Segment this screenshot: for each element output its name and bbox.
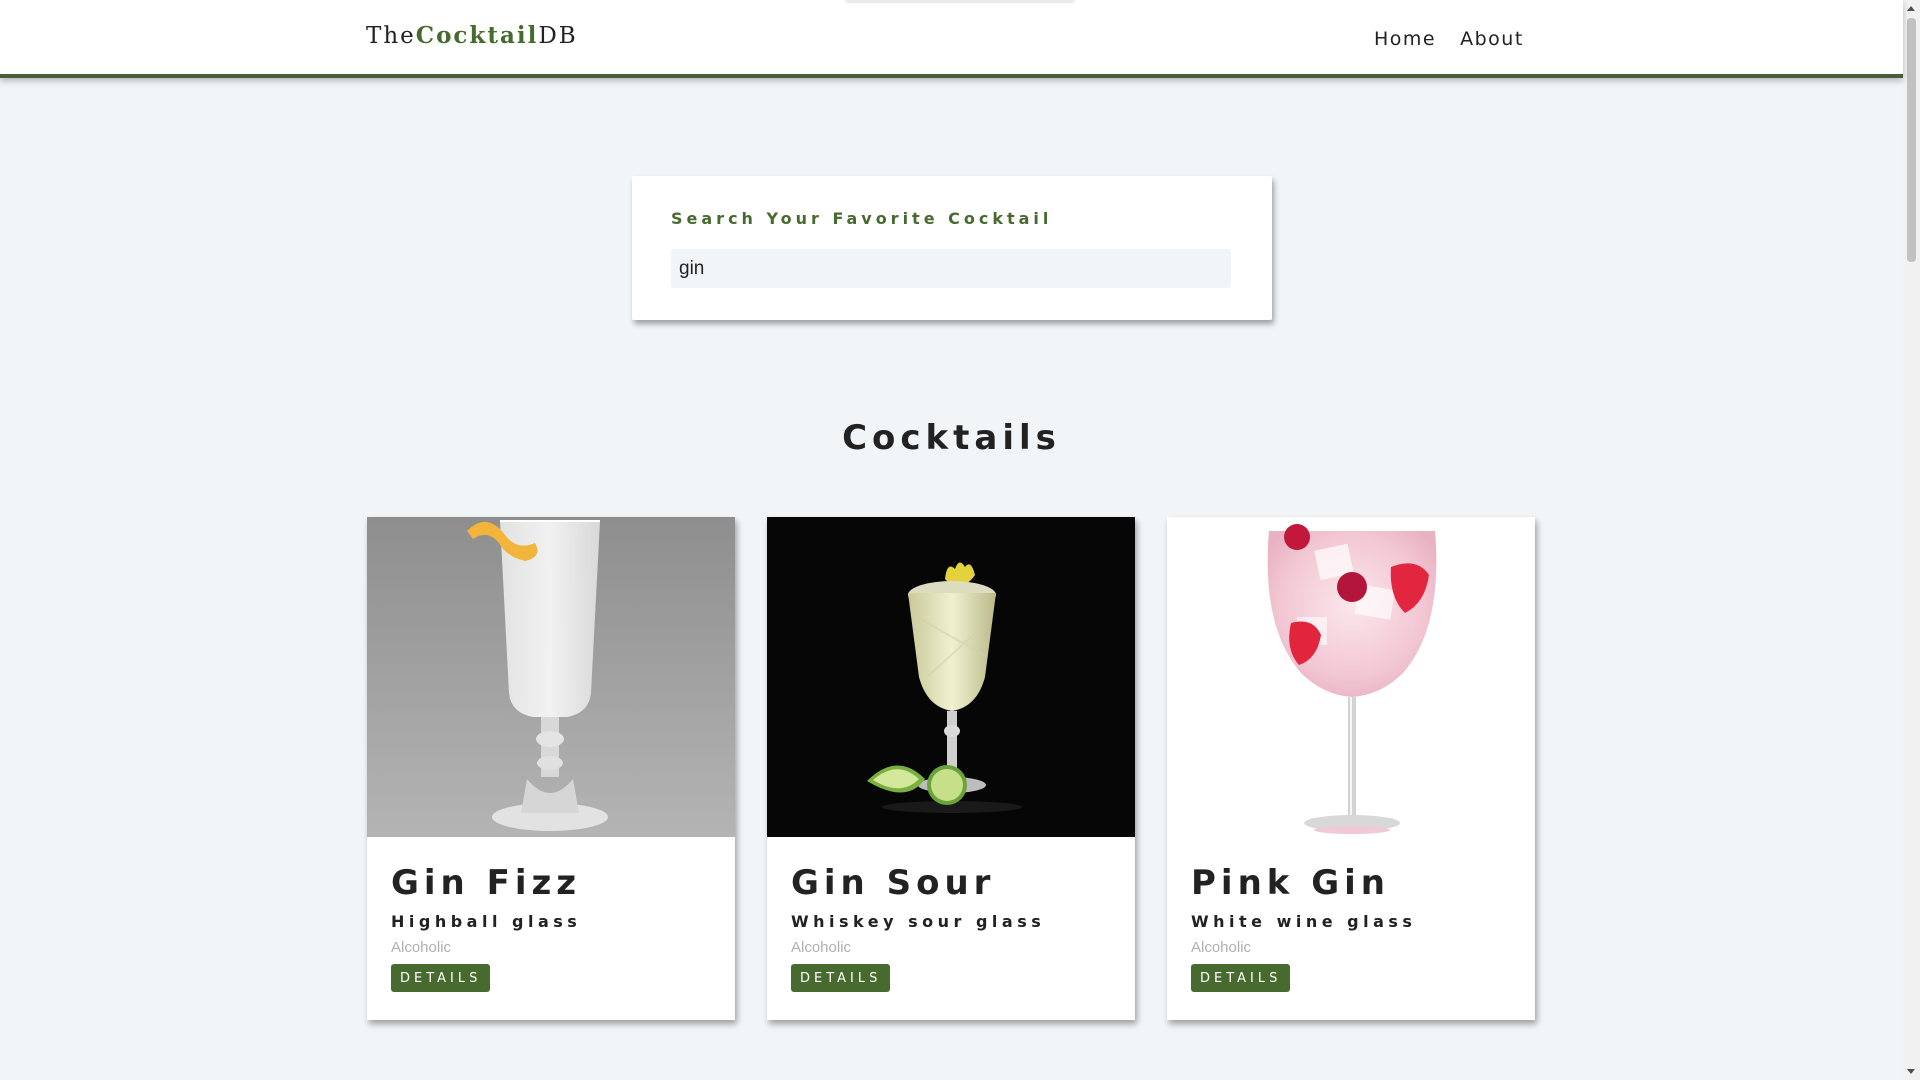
cocktail-image (767, 517, 1135, 837)
gin-fizz-image (367, 517, 735, 837)
nav-links: Home About (1374, 28, 1524, 50)
search-form: Search Your Favorite Cocktail (632, 176, 1272, 320)
logo-suffix: DB (538, 23, 578, 49)
cocktail-glass: Whiskey sour glass (791, 912, 1046, 931)
navbar: TheCocktailDB Home About (0, 0, 1903, 78)
cocktail-image (367, 517, 735, 837)
scroll-thumb[interactable] (1907, 18, 1916, 262)
cocktail-name: Gin Sour (791, 863, 996, 903)
logo-accent: Cocktail (415, 22, 539, 49)
gin-sour-image (767, 517, 1135, 837)
section-title: Cocktails (842, 418, 1061, 458)
logo-prefix: The (366, 23, 416, 49)
details-button[interactable]: DETAILS (1191, 964, 1291, 992)
nav-link-home[interactable]: Home (1374, 28, 1436, 50)
cocktail-image (1167, 517, 1535, 837)
cocktail-glass: Highball glass (391, 912, 582, 931)
cocktail-name: Pink Gin (1191, 863, 1390, 903)
cocktail-glass: White wine glass (1191, 912, 1417, 931)
cocktail-card: Pink Gin White wine glass Alcoholic DETA… (1167, 517, 1535, 1020)
navbar-highlight (845, 0, 1075, 3)
scroll-down-arrow-icon[interactable] (1907, 1069, 1915, 1074)
cocktail-type: Alcoholic (1191, 939, 1252, 956)
details-button[interactable]: DETAILS (791, 964, 891, 992)
cocktail-type: Alcoholic (791, 939, 852, 956)
cocktail-name: Gin Fizz (391, 863, 582, 903)
card-body: Gin Sour Whiskey sour glass Alcoholic DE… (767, 837, 1135, 992)
nav-link-about[interactable]: About (1460, 28, 1524, 50)
pink-gin-image (1167, 517, 1535, 837)
cocktail-card: Gin Fizz Highball glass Alcoholic DETAIL… (367, 517, 735, 1020)
card-body: Pink Gin White wine glass Alcoholic DETA… (1167, 837, 1535, 992)
scroll-up-arrow-icon[interactable] (1907, 6, 1915, 11)
card-body: Gin Fizz Highball glass Alcoholic DETAIL… (367, 837, 735, 992)
cocktail-card: Gin Sour Whiskey sour glass Alcoholic DE… (767, 517, 1135, 1020)
cocktail-list: Gin Fizz Highball glass Alcoholic DETAIL… (367, 517, 1535, 1020)
details-button[interactable]: DETAILS (391, 964, 491, 992)
page-scrollbar[interactable] (1903, 0, 1920, 1080)
logo[interactable]: TheCocktailDB (366, 22, 578, 49)
search-label: Search Your Favorite Cocktail (671, 209, 1053, 228)
search-input[interactable] (671, 249, 1231, 288)
cocktail-type: Alcoholic (391, 939, 452, 956)
